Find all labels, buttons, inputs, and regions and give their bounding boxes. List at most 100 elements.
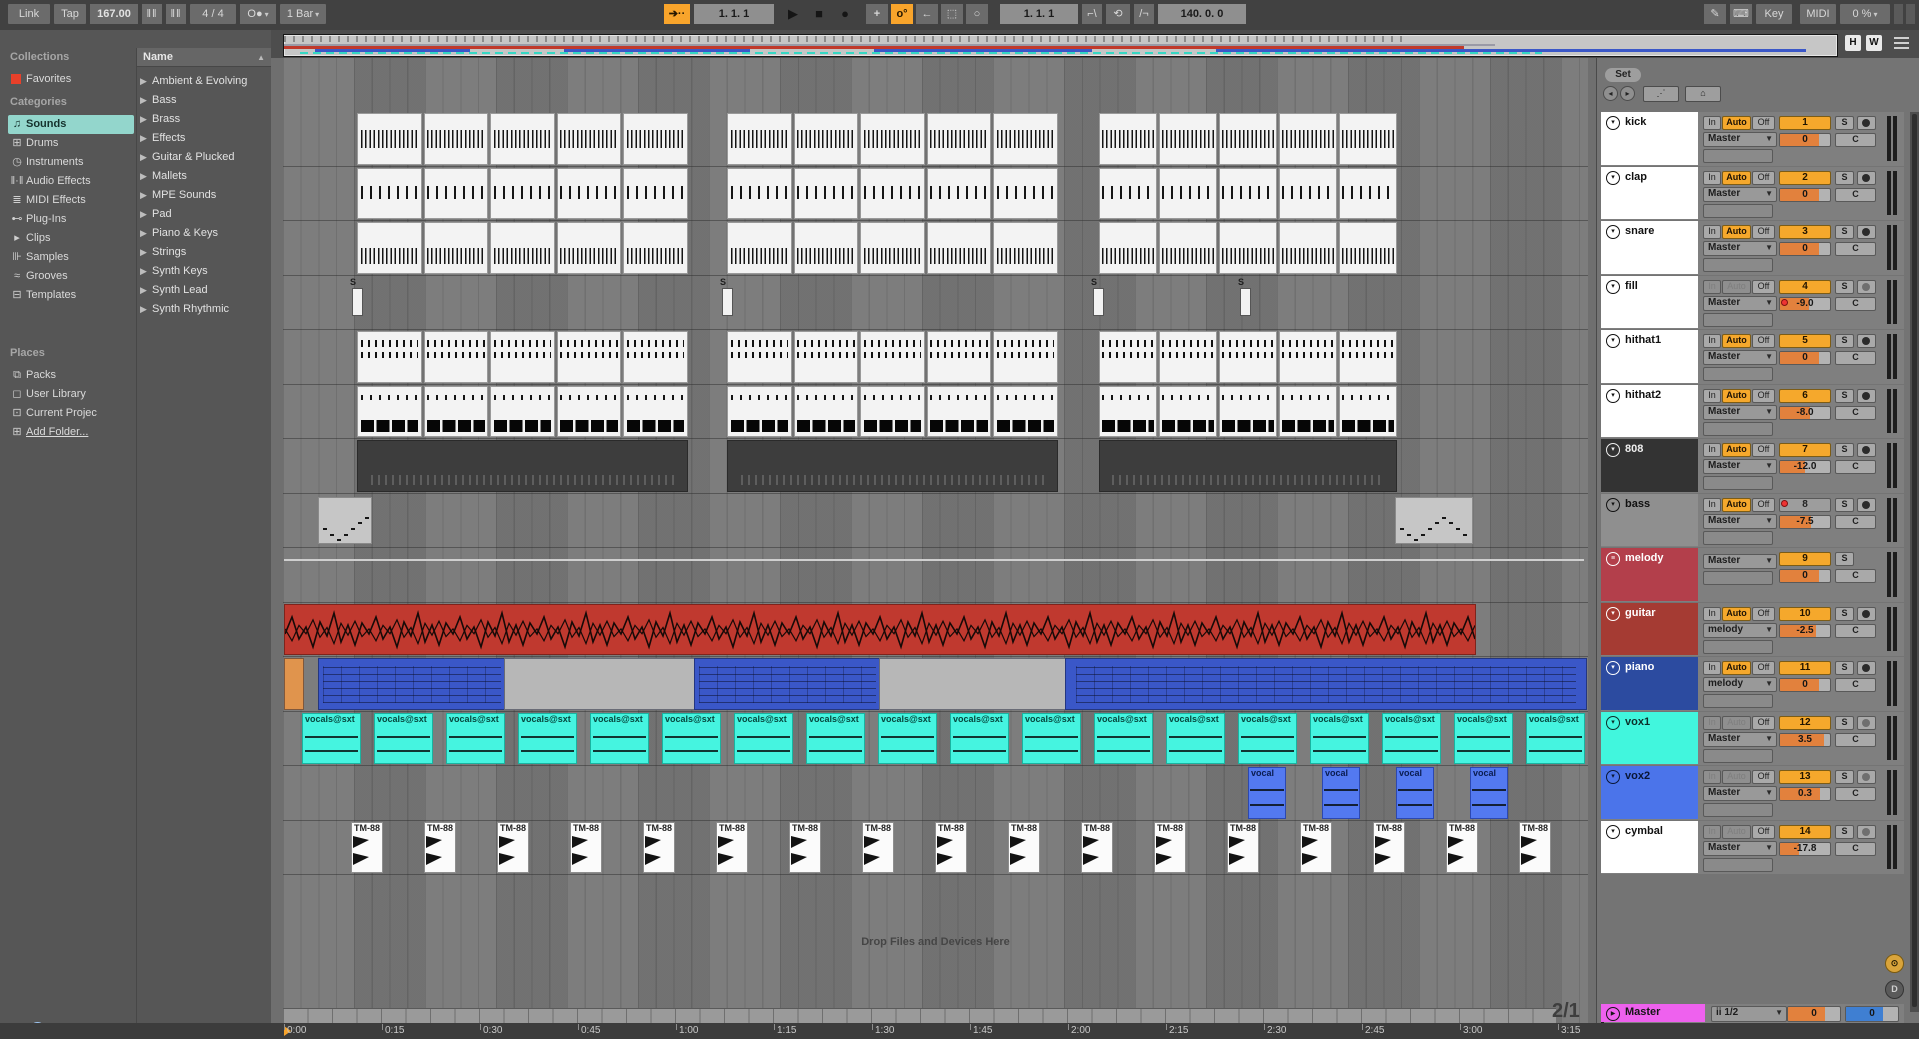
clip-midi[interactable] <box>793 385 859 437</box>
volume-slider[interactable]: 0 <box>1779 187 1831 202</box>
overview-width-button[interactable]: W <box>1866 35 1882 51</box>
output-routing-dropdown[interactable]: Master ▼ <box>1703 350 1777 365</box>
track-fold-icon[interactable]: ▾ <box>1606 334 1620 348</box>
play-button[interactable]: ▶ <box>782 4 804 24</box>
track-fold-icon[interactable]: ▾ <box>1606 279 1620 294</box>
clip-midi-bass[interactable] <box>318 496 372 544</box>
track-fold-icon[interactable]: ▾ <box>1606 225 1620 239</box>
sidebar-item-templates[interactable]: ⊟ Templates <box>8 286 134 305</box>
next-marker-icon[interactable]: ▸ <box>1620 86 1635 101</box>
clip-midi[interactable] <box>357 167 422 219</box>
master-volume-slider[interactable]: 0 <box>1787 1006 1841 1022</box>
monitor-auto-button[interactable]: Auto <box>1722 443 1751 457</box>
track-fold-icon[interactable]: ▾ <box>1606 770 1620 784</box>
monitor-off-button[interactable]: Off <box>1752 824 1775 839</box>
clip-midi[interactable] <box>727 167 792 219</box>
time-signature-field[interactable]: 4 / 4 <box>190 4 236 24</box>
lane-hithat2[interactable] <box>283 385 1588 439</box>
clip-midi[interactable] <box>1279 167 1337 219</box>
clip-midi[interactable] <box>556 222 622 274</box>
clip-midi[interactable] <box>1219 385 1277 437</box>
solo-button[interactable]: S <box>1835 279 1854 294</box>
pan-button[interactable]: C <box>1835 187 1876 202</box>
track-fold-icon[interactable]: ▾ <box>1606 715 1620 730</box>
track-header-808[interactable]: ▾ 808 In Auto Off Master ▼ 7 S -12.0 C <box>1601 439 1904 493</box>
browser-folder-brass[interactable]: ▶ Brass <box>140 110 270 129</box>
volume-slider[interactable]: -9.0 <box>1779 296 1831 311</box>
output-routing-dropdown[interactable]: Master ▼ <box>1703 554 1777 569</box>
pan-button[interactable]: C <box>1835 841 1876 856</box>
sidebar-item-audio-effects[interactable]: ǁ·ǁ Audio Effects <box>8 172 134 191</box>
scrollbar-thumb[interactable] <box>1912 114 1917 1007</box>
track-name-cell[interactable]: ▾ bass <box>1601 493 1698 546</box>
send-slot[interactable] <box>1703 421 1773 436</box>
clip-audio-vox1[interactable]: vocals@sxt <box>518 712 577 764</box>
monitor-off-button[interactable]: Off <box>1752 770 1775 784</box>
monitor-auto-button[interactable]: Auto <box>1722 388 1751 403</box>
clip-midi[interactable] <box>727 113 792 165</box>
pan-button[interactable]: C <box>1835 514 1876 529</box>
clip-midi[interactable] <box>926 113 992 165</box>
monitor-in-button[interactable]: In <box>1703 606 1721 621</box>
arm-button[interactable] <box>1857 443 1876 457</box>
solo-button[interactable]: S <box>1835 661 1854 675</box>
send-slot[interactable] <box>1703 149 1773 163</box>
clip-midi[interactable] <box>1279 385 1337 437</box>
output-routing-dropdown[interactable]: Master ▼ <box>1703 404 1777 420</box>
draw-automation-icon[interactable]: ⋰ <box>1643 86 1679 102</box>
clip-midi[interactable] <box>860 113 925 165</box>
track-number-button[interactable]: 1 <box>1779 116 1831 130</box>
expand-arrow-icon[interactable]: ▶ <box>140 224 152 243</box>
monitor-in-button[interactable]: In <box>1703 170 1721 185</box>
track-number-button[interactable]: 6 <box>1779 388 1831 403</box>
clip-audio-cymbal[interactable]: TM-88 <box>1008 821 1040 873</box>
draw-mode-icon[interactable]: ⬚ <box>941 4 963 24</box>
clip-midi[interactable] <box>1279 113 1337 165</box>
track-fold-icon[interactable]: ▾ <box>1606 661 1620 675</box>
clip-midi[interactable] <box>727 222 792 274</box>
punch-in-icon[interactable]: ⌐\ <box>1082 4 1102 24</box>
track-fold-icon[interactable]: ▾ <box>1606 116 1620 130</box>
track-number-button[interactable]: 7 <box>1779 443 1831 457</box>
clip-audio-vox1[interactable]: vocals@sxt <box>1310 712 1369 764</box>
clip-audio-vox1[interactable]: vocals@sxt <box>734 712 793 764</box>
solo-button[interactable]: S <box>1835 824 1854 839</box>
output-routing-dropdown[interactable]: Master ▼ <box>1703 513 1777 529</box>
draw-pencil-icon[interactable]: ✎ <box>1704 4 1726 24</box>
expand-arrow-icon[interactable]: ▶ <box>140 281 152 300</box>
cpu-meter[interactable]: 0 % ▾ <box>1840 4 1890 24</box>
clip-audio-vox1[interactable]: vocals@sxt <box>1454 712 1513 764</box>
lane-cymbal[interactable]: TM-88 TM-88 TM-88 TM-88 TM-88 TM-88 TM-88 TM-88… <box>283 821 1588 875</box>
browser-folder-ambient-evolving[interactable]: ▶ Ambient & Evolving <box>140 72 270 91</box>
monitor-in-button[interactable]: In <box>1703 661 1721 675</box>
solo-button[interactable]: S <box>1835 388 1854 403</box>
track-name-cell[interactable]: ▾ kick <box>1601 112 1698 165</box>
master-pan-slider[interactable]: 0 <box>1845 1006 1899 1022</box>
arm-button[interactable] <box>1857 715 1876 730</box>
clip-midi[interactable] <box>556 113 622 165</box>
expand-arrow-icon[interactable]: ▶ <box>140 186 152 205</box>
browser-folder-synth-lead[interactable]: ▶ Synth Lead <box>140 281 270 300</box>
track-header-vox1[interactable]: ▾ vox1 In Auto Off Master ▼ 12 S 3.5 C <box>1601 711 1904 765</box>
clip-piano[interactable] <box>694 658 881 710</box>
send-slot[interactable] <box>1703 571 1773 585</box>
sidebar-item-clips[interactable]: ▸ Clips <box>8 229 134 248</box>
clip-midi[interactable] <box>1099 222 1157 274</box>
clip-midi[interactable] <box>993 385 1058 437</box>
send-slot[interactable] <box>1703 748 1773 763</box>
clip-midi[interactable] <box>1339 113 1397 165</box>
monitor-in-button[interactable]: In <box>1703 225 1721 239</box>
browser-folder-synth-rhythmic[interactable]: ▶ Synth Rhythmic <box>140 300 270 319</box>
solo-button[interactable]: S <box>1835 225 1854 239</box>
monitor-auto-button[interactable]: Auto <box>1722 715 1751 730</box>
play-circle-icon[interactable]: ▶ <box>1606 1007 1620 1021</box>
send-slot[interactable] <box>1703 639 1773 654</box>
collection-item-favorites[interactable]: Favorites <box>8 70 134 89</box>
monitor-in-button[interactable]: In <box>1703 388 1721 403</box>
view-menu-hamburger-icon[interactable] <box>1894 37 1909 49</box>
clip-midi[interactable] <box>1099 167 1157 219</box>
clip-midi[interactable] <box>993 331 1058 383</box>
tap-tempo-button[interactable]: Tap <box>54 4 86 24</box>
lane-clap[interactable] <box>283 167 1588 221</box>
clip-piano[interactable] <box>1065 658 1587 710</box>
